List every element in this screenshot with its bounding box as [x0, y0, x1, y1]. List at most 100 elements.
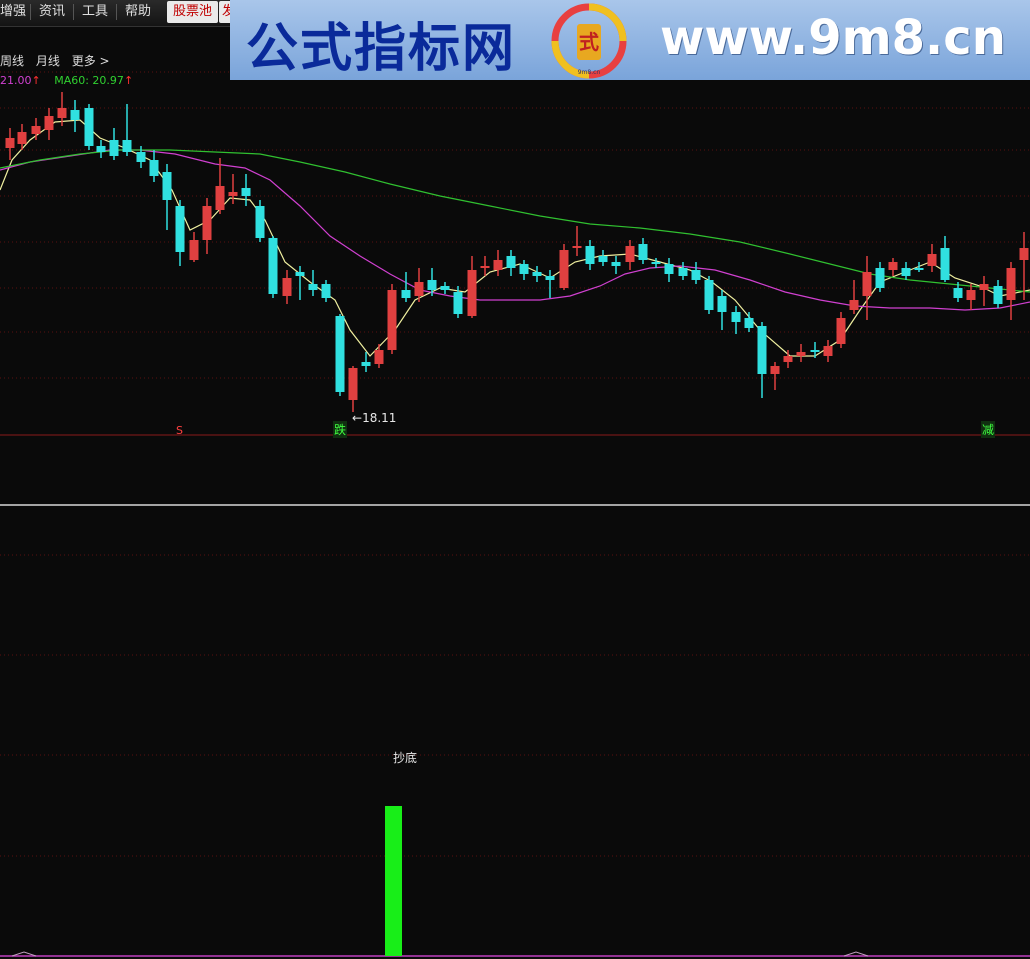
candle: [215, 158, 225, 214]
candle: [175, 200, 185, 266]
candle-body: [940, 248, 950, 280]
candle-body: [704, 280, 714, 310]
candle-body: [717, 296, 727, 312]
candle-body: [1019, 248, 1029, 260]
candle-body: [519, 264, 529, 274]
candle-body: [572, 246, 582, 248]
signal-tag-die: 跌: [333, 421, 348, 438]
candle: [241, 174, 251, 206]
candle: [31, 118, 41, 140]
candle: [282, 270, 292, 304]
candle: [149, 150, 159, 182]
candle-body: [532, 272, 542, 276]
candle-body: [506, 256, 516, 268]
chart-grid: [0, 71, 1030, 957]
candle: [335, 314, 345, 396]
candle-body: [149, 160, 159, 176]
candle: [1006, 262, 1016, 320]
candle-body: [783, 356, 793, 362]
candle-body: [387, 290, 397, 350]
watermark-banner: 公式指标网 式 9m8.cn www.9m8.cn: [230, 0, 1030, 80]
candle-body: [202, 206, 212, 240]
candle: [914, 262, 924, 272]
candle: [519, 260, 529, 280]
candle-body: [189, 240, 199, 260]
candle: [664, 258, 674, 282]
candle: [993, 280, 1003, 308]
candle-body: [295, 272, 305, 276]
candle-body: [744, 318, 754, 328]
candle: [545, 270, 555, 298]
candle-body: [888, 262, 898, 270]
candle: [731, 306, 741, 334]
candle-body: [427, 280, 437, 290]
candle: [84, 104, 94, 150]
candle-body: [122, 140, 132, 152]
candle-body: [625, 246, 635, 262]
candle: [109, 128, 119, 160]
indicator-bar: [385, 806, 402, 956]
candle-body: [480, 266, 490, 268]
candle-body: [757, 326, 767, 374]
candle-body: [215, 186, 225, 210]
candle: [783, 350, 793, 368]
candle: [836, 312, 846, 348]
candle-body: [31, 126, 41, 134]
candle: [862, 256, 872, 320]
candle-body: [598, 256, 608, 262]
candle: [559, 244, 569, 290]
candle: [979, 276, 989, 306]
candle: [5, 128, 15, 160]
candle-body: [241, 188, 251, 196]
candle: [625, 240, 635, 270]
candle-body: [109, 140, 119, 156]
candle-body: [966, 290, 976, 300]
candle: [927, 244, 937, 272]
candle-body: [979, 284, 989, 290]
candle-body: [96, 146, 106, 152]
candle: [44, 108, 54, 140]
candle-body: [810, 350, 820, 352]
candle-body: [770, 366, 780, 374]
candle-body: [440, 286, 450, 290]
candle: [387, 284, 397, 354]
candle-body: [44, 116, 54, 130]
candle-body: [927, 254, 937, 266]
candle-body: [17, 132, 27, 144]
candle: [268, 236, 278, 298]
candle-body: [901, 268, 911, 276]
candle: [70, 100, 80, 132]
low-price-annotation: ←18.11: [352, 411, 396, 425]
candle-body: [875, 268, 885, 288]
signal-tag-jian: 减: [981, 421, 996, 438]
candle: [189, 232, 199, 262]
candle: [162, 164, 172, 230]
candle: [704, 276, 714, 314]
stock-chart[interactable]: [0, 0, 1030, 959]
candle: [321, 280, 331, 302]
candle: [255, 200, 265, 242]
candle-body: [57, 108, 67, 118]
candle: [611, 256, 621, 274]
candle: [598, 250, 608, 266]
candle: [770, 362, 780, 390]
candle-body: [849, 300, 859, 310]
candle: [374, 344, 384, 368]
candle: [585, 240, 595, 270]
candle-body: [731, 312, 741, 322]
candle-body: [678, 268, 688, 276]
candle-body: [467, 270, 477, 316]
candle: [96, 140, 106, 158]
candle-body: [493, 260, 503, 270]
candle-body: [348, 368, 358, 400]
candle: [122, 104, 132, 156]
candle: [638, 238, 648, 264]
candle-body: [374, 350, 384, 364]
candle: [744, 312, 754, 332]
candle: [940, 236, 950, 282]
candle: [901, 262, 911, 280]
candle-body: [84, 108, 94, 146]
candle: [796, 344, 806, 362]
candle: [532, 266, 542, 282]
candle: [572, 226, 582, 256]
